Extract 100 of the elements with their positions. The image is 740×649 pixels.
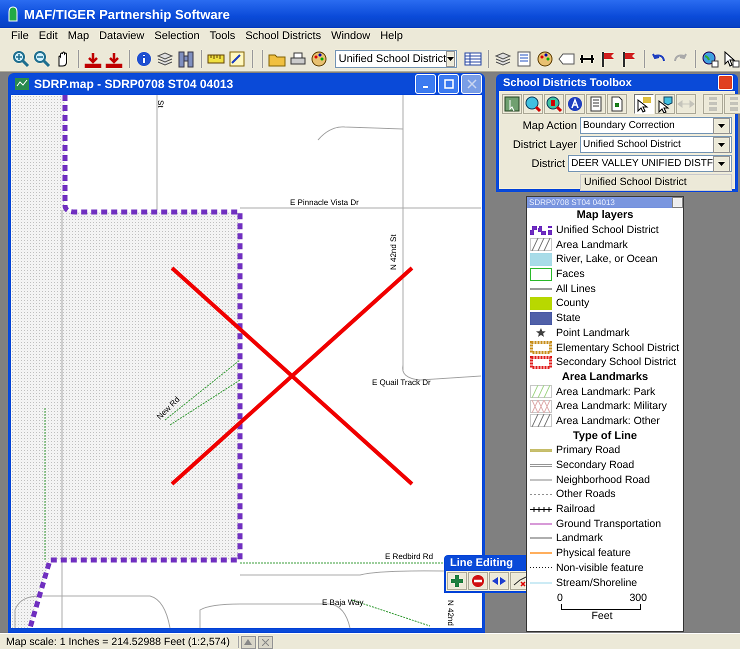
legend-label: Ground Transportation (556, 518, 662, 530)
street-label: N 42nd St (389, 234, 398, 270)
window-title: School Districts Toolbox (503, 76, 632, 88)
map-icon (15, 78, 29, 90)
menu-item[interactable]: Edit (34, 28, 63, 46)
toolbar-button[interactable] (464, 50, 482, 68)
legend-symbol-icon (530, 224, 552, 237)
street-label: E Quail Track Dr (372, 378, 431, 387)
legend-symbol-icon (530, 385, 552, 398)
legend-label: Area Landmark (556, 238, 628, 251)
table-icon (464, 50, 482, 68)
caret-icon (244, 639, 252, 645)
legend-symbol-icon (530, 582, 552, 584)
legend-symbol-icon (530, 356, 552, 369)
legend-label: Non-visible feature (556, 562, 644, 574)
legend-label: All Lines (556, 282, 596, 295)
menu-item[interactable]: Help (375, 28, 408, 46)
legend-label: State (556, 312, 581, 324)
toolbar-button[interactable] (310, 50, 328, 68)
street-label: N 42nd (446, 600, 455, 626)
binoculars-icon (177, 50, 196, 68)
toolbar-button[interactable] (536, 50, 554, 68)
delete-button[interactable] (468, 572, 488, 590)
legend-heading: Type of Line (572, 428, 638, 443)
close-button[interactable] (672, 197, 683, 208)
legend-symbol-icon (530, 506, 552, 512)
legend-label: Area Landmark: Park (556, 386, 656, 398)
close-icon (466, 79, 476, 89)
zoom-in-icon (12, 50, 30, 68)
field-label: District Layer (512, 138, 577, 150)
menu-item[interactable]: Tools (204, 28, 240, 46)
scale-unit: Feet (590, 610, 614, 622)
menu-item[interactable]: Map (62, 28, 94, 46)
plus-icon (450, 574, 464, 588)
dropdown-field[interactable]: DEER VALLEY UNIFIED DISTF (568, 155, 732, 172)
menu-item[interactable]: School Districts (240, 28, 326, 46)
add-button[interactable] (447, 572, 467, 590)
dropdown-field[interactable]: Unified School District (580, 136, 732, 153)
info-icon (135, 50, 154, 68)
legend-heading: Area Landmarks (560, 370, 650, 384)
toolbar-button[interactable] (156, 50, 174, 68)
toolbar-button[interactable] (722, 50, 740, 68)
tool-button[interactable] (523, 94, 543, 114)
tool-button[interactable] (586, 94, 606, 114)
tool-button[interactable] (544, 94, 564, 114)
tool-button[interactable] (565, 94, 585, 114)
pointer-icon (722, 50, 740, 68)
legend-label: Elementary School District (556, 342, 680, 354)
frame-icon (228, 50, 246, 68)
toolbar-button[interactable] (228, 50, 246, 68)
legend-symbol-icon (530, 400, 552, 413)
maximize-icon (444, 79, 454, 89)
legend-label: Primary Road (556, 444, 620, 456)
legend-label: Railroad (556, 503, 596, 516)
window-title: SDRP.map - SDRP0708 ST04 04013 (34, 77, 234, 91)
layers-icon (156, 50, 174, 68)
toolbar-button[interactable] (494, 50, 512, 68)
split-button[interactable] (489, 572, 509, 590)
toolbar-button[interactable] (701, 50, 719, 68)
field-label: Map Action (522, 120, 577, 132)
toolbar-button[interactable] (177, 50, 196, 68)
layer-dropdown[interactable]: Unified School District (334, 50, 457, 68)
legend-label: Point Landmark (556, 326, 630, 339)
menu-item[interactable]: File (6, 28, 34, 46)
scale-label: 0 (557, 592, 564, 604)
dropdown-field[interactable]: Boundary Correction (580, 117, 732, 134)
caret-icon (718, 142, 725, 146)
menu-item[interactable]: Dataview (94, 28, 150, 46)
pointer-icon (635, 95, 653, 113)
legend-label: Unified School District (556, 224, 659, 236)
minimize-button[interactable] (415, 74, 436, 94)
toolbar-button[interactable] (514, 50, 533, 68)
menu-item[interactable]: Selection (149, 28, 205, 46)
legend-symbol-icon (530, 414, 552, 428)
status-button[interactable] (240, 636, 256, 648)
legend-label: Secondary Road (556, 459, 634, 472)
toolbar-button[interactable] (288, 50, 307, 68)
legend-label: Stream/Shoreline (556, 576, 638, 589)
edited-road-line (170, 380, 240, 426)
status-close-button[interactable] (258, 636, 273, 648)
toolbar-button[interactable] (135, 50, 154, 68)
printer-icon (288, 50, 307, 68)
layers-icon (494, 50, 512, 68)
legend-label: Secondary School District (556, 356, 676, 368)
legend-symbol-icon (530, 238, 552, 252)
zoom-out-icon (33, 50, 51, 68)
legend-symbol-icon (530, 288, 552, 290)
legend-symbol-icon (536, 328, 546, 338)
tool-button[interactable] (607, 94, 627, 114)
maximize-button[interactable] (438, 74, 459, 94)
tool-button[interactable] (634, 94, 654, 114)
field-label: District (530, 158, 566, 170)
legend-symbol-icon (530, 522, 552, 525)
legend-symbol-icon (530, 312, 552, 325)
caret-icon (718, 162, 725, 166)
menu-item[interactable]: Window (326, 28, 376, 46)
close-icon (262, 638, 269, 646)
circle-icon (566, 95, 584, 113)
legend-symbol-icon (530, 537, 552, 540)
tool-button[interactable] (655, 94, 675, 114)
